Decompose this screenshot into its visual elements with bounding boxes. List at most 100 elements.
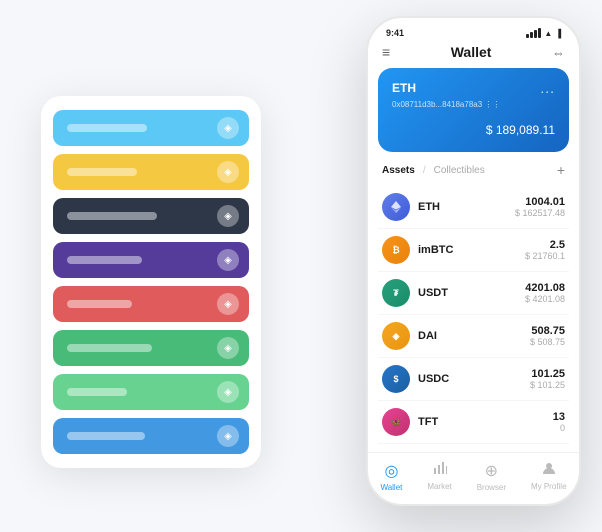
stack-card-8: ◈ bbox=[53, 418, 249, 454]
battery-icon: ▐ bbox=[555, 29, 561, 38]
signal-bar-4 bbox=[538, 28, 541, 38]
usdc-amounts: 101.25 $ 101.25 bbox=[530, 368, 565, 390]
card-icon-3: ◈ bbox=[217, 205, 239, 227]
card-icon-7: ◈ bbox=[217, 381, 239, 403]
status-icons: ▲ ▐ bbox=[526, 28, 561, 38]
stack-card-2: ◈ bbox=[53, 154, 249, 190]
nav-market[interactable]: Market bbox=[427, 461, 451, 492]
tft-name: TFT bbox=[418, 416, 553, 428]
dai-name: DAI bbox=[418, 330, 530, 342]
profile-nav-label: My Profile bbox=[531, 482, 567, 491]
usdt-icon-circle: ₮ bbox=[382, 279, 410, 307]
dai-icon: ◈ bbox=[382, 322, 410, 350]
tab-assets[interactable]: Assets bbox=[382, 165, 415, 176]
status-time: 9:41 bbox=[386, 28, 404, 38]
asset-row-dai[interactable]: ◈ DAI 508.75 $ 508.75 bbox=[378, 315, 569, 358]
dai-amount: 508.75 bbox=[530, 325, 565, 337]
asset-list: ETH 1004.01 $ 162517.48 ₿ imBTC 2.5 $ 21… bbox=[368, 186, 579, 452]
card-icon-2: ◈ bbox=[217, 161, 239, 183]
usdc-icon-circle: $ bbox=[382, 365, 410, 393]
wallet-title: Wallet bbox=[451, 44, 492, 60]
imbtc-icon-circle: ₿ bbox=[382, 236, 410, 264]
tab-collectibles[interactable]: Collectibles bbox=[434, 165, 485, 176]
tft-amounts: 13 0 bbox=[553, 411, 565, 433]
imbtc-amounts: 2.5 $ 21760.1 bbox=[525, 239, 565, 261]
usdt-icon: ₮ bbox=[382, 279, 410, 307]
dai-amounts: 508.75 $ 508.75 bbox=[530, 325, 565, 347]
expand-icon[interactable]: ⇔ bbox=[552, 45, 565, 60]
stack-card-7: ◈ bbox=[53, 374, 249, 410]
asset-row-usdc[interactable]: $ USDC 101.25 $ 101.25 bbox=[378, 358, 569, 401]
usdt-name: USDT bbox=[418, 287, 525, 299]
usdc-usd: $ 101.25 bbox=[530, 380, 565, 390]
card-icon-4: ◈ bbox=[217, 249, 239, 271]
eth-balance: $ 189,089.11 bbox=[392, 117, 555, 140]
status-bar: 9:41 ▲ ▐ bbox=[368, 18, 579, 42]
wallet-nav-label: Wallet bbox=[380, 483, 402, 492]
eth-name: ETH bbox=[418, 201, 515, 213]
eth-usd: $ 162517.48 bbox=[515, 208, 565, 218]
asset-row-usdt[interactable]: ₮ USDT 4201.08 $ 4201.08 bbox=[378, 272, 569, 315]
stack-card-1: ◈ bbox=[53, 110, 249, 146]
imbtc-icon: ₿ bbox=[382, 236, 410, 264]
usdt-amount: 4201.08 bbox=[525, 282, 565, 294]
eth-icon-circle bbox=[382, 193, 410, 221]
imbtc-amount: 2.5 bbox=[525, 239, 565, 251]
eth-address: 0x08711d3b...8418a78a3 ⋮⋮ bbox=[392, 100, 555, 109]
eth-card[interactable]: ETH ... 0x08711d3b...8418a78a3 ⋮⋮ $ 189,… bbox=[378, 68, 569, 152]
tft-icon-circle: 🦋 bbox=[382, 408, 410, 436]
usdc-icon: $ bbox=[382, 365, 410, 393]
stack-card-6: ◈ bbox=[53, 330, 249, 366]
stack-card-5: ◈ bbox=[53, 286, 249, 322]
signal-bar-2 bbox=[530, 32, 533, 38]
card-icon-1: ◈ bbox=[217, 117, 239, 139]
card-icon-8: ◈ bbox=[217, 425, 239, 447]
assets-header: Assets / Collectibles + bbox=[368, 162, 579, 186]
usdc-name: USDC bbox=[418, 373, 530, 385]
eth-amount: 1004.01 bbox=[515, 196, 565, 208]
signal-bar-1 bbox=[526, 34, 529, 38]
eth-card-label: ETH bbox=[392, 81, 416, 95]
stack-card-3: ◈ bbox=[53, 198, 249, 234]
stack-card-4: ◈ bbox=[53, 242, 249, 278]
tft-icon: 🦋 bbox=[382, 408, 410, 436]
asset-row-tft[interactable]: 🦋 TFT 13 0 bbox=[378, 401, 569, 444]
card-icon-6: ◈ bbox=[217, 337, 239, 359]
phone-header: ≡ Wallet ⇔ bbox=[368, 42, 579, 68]
imbtc-name: imBTC bbox=[418, 244, 525, 256]
card-stack: ◈ ◈ ◈ ◈ ◈ ◈ ◈ ◈ bbox=[41, 96, 261, 468]
browser-nav-icon: ⊕ bbox=[485, 461, 498, 481]
add-asset-button[interactable]: + bbox=[557, 162, 565, 178]
eth-amounts: 1004.01 $ 162517.48 bbox=[515, 196, 565, 218]
market-nav-label: Market bbox=[427, 482, 451, 491]
dai-usd: $ 508.75 bbox=[530, 337, 565, 347]
scene: ◈ ◈ ◈ ◈ ◈ ◈ ◈ ◈ bbox=[21, 16, 581, 516]
asset-row-eth[interactable]: ETH 1004.01 $ 162517.48 bbox=[378, 186, 569, 229]
eth-icon bbox=[382, 193, 410, 221]
nav-profile[interactable]: My Profile bbox=[531, 461, 567, 492]
wifi-icon: ▲ bbox=[544, 29, 552, 38]
eth-balance-amount: $ 189,089.11 bbox=[486, 123, 555, 137]
usdt-amounts: 4201.08 $ 4201.08 bbox=[525, 282, 565, 304]
eth-card-header: ETH ... bbox=[392, 80, 555, 96]
asset-row-imbtc[interactable]: ₿ imBTC 2.5 $ 21760.1 bbox=[378, 229, 569, 272]
nav-browser[interactable]: ⊕ Browser bbox=[477, 461, 506, 492]
tft-usd: 0 bbox=[553, 423, 565, 433]
profile-nav-icon bbox=[542, 461, 556, 480]
phone-frame: 9:41 ▲ ▐ ≡ Wallet ⇔ ETH ... bbox=[366, 16, 581, 506]
market-nav-icon bbox=[433, 461, 447, 480]
menu-icon[interactable]: ≡ bbox=[382, 44, 390, 60]
bottom-nav: ◎ Wallet Market ⊕ Browser bbox=[368, 452, 579, 504]
assets-tabs: Assets / Collectibles bbox=[382, 165, 485, 176]
dai-icon-circle: ◈ bbox=[382, 322, 410, 350]
nav-wallet[interactable]: ◎ Wallet bbox=[380, 461, 402, 492]
tft-amount: 13 bbox=[553, 411, 565, 423]
signal-bar-3 bbox=[534, 30, 537, 38]
card-icon-5: ◈ bbox=[217, 293, 239, 315]
browser-nav-label: Browser bbox=[477, 483, 506, 492]
tab-divider: / bbox=[423, 165, 426, 176]
usdc-amount: 101.25 bbox=[530, 368, 565, 380]
usdt-usd: $ 4201.08 bbox=[525, 294, 565, 304]
wallet-nav-icon: ◎ bbox=[384, 461, 398, 481]
eth-more-button[interactable]: ... bbox=[540, 80, 555, 96]
